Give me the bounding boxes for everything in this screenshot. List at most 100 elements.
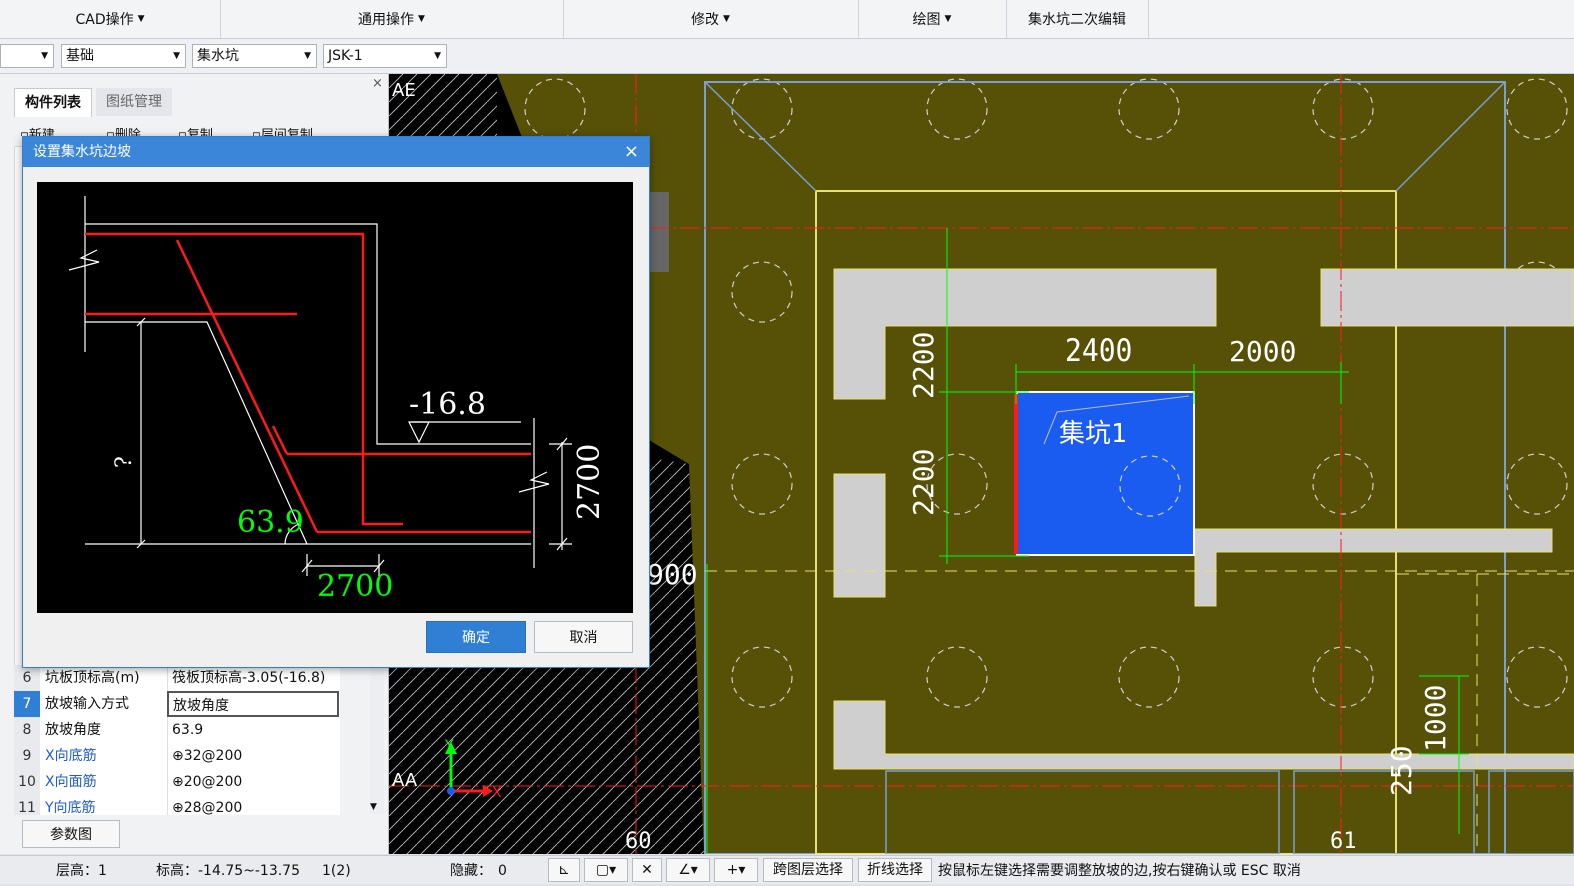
type-value: 集水坑 (197, 48, 239, 64)
name-value: JSK-1 (328, 48, 363, 64)
ortho-toggle-button[interactable]: ⊾ (548, 858, 580, 882)
snap-icon: ▢▾ (595, 862, 617, 878)
count-status: 1(2) (322, 863, 351, 879)
width-label: 2700 (317, 569, 393, 604)
depth-label: 2700 (572, 444, 607, 520)
modify-label: 修改 (691, 12, 720, 28)
property-row-number: 10 (14, 769, 40, 795)
floor-height-status: 层高：1 (56, 863, 107, 879)
draw-menu[interactable]: 绘图 ▼ (858, 0, 1007, 38)
polyline-label: 折线选择 (867, 862, 923, 878)
property-row[interactable]: 11 Y向底筋 ⊕28@200 (14, 795, 340, 815)
selector-bar: ▼ 基础 ▼ 集水坑 ▼ JSK-1 ▼ (0, 39, 1574, 74)
dynamic-input-icon: +▾ (726, 862, 746, 878)
property-value[interactable]: 放坡角度 (167, 691, 339, 717)
property-value[interactable]: 63.9 (167, 717, 339, 743)
copy-icon: ▫ (178, 128, 187, 136)
delete-button[interactable]: ▫删除 (106, 124, 141, 136)
chevron-down-icon: ▼ (173, 51, 180, 61)
status-hint: 按鼠标左键选择需要调整放坡的边,按右键确认或 ESC 取消 (938, 863, 1301, 879)
slope-diagram-svg: -16.8 2700 2700 63.9 ? (68, 196, 607, 604)
property-name: 坑板顶标高(m) (45, 670, 140, 686)
property-row-number: 8 (14, 717, 40, 743)
sump-edit-label: 集水坑二次编辑 (1028, 12, 1126, 28)
sump-edit-menu[interactable]: 集水坑二次编辑 (1006, 0, 1149, 38)
cross-icon: ✕ (641, 862, 653, 878)
property-row-number: 9 (14, 743, 40, 769)
axis-label-aa: AA (392, 770, 418, 791)
tab-components[interactable]: 构件列表 (14, 88, 92, 117)
angle-toggle-button[interactable]: ∠▾ (666, 858, 710, 882)
dynamic-input-button[interactable]: +▾ (714, 858, 758, 882)
chevron-down-icon: ▼ (944, 14, 952, 24)
property-name: Y向底筋 (45, 800, 96, 815)
elevation-label: -16.8 (409, 387, 486, 422)
property-row[interactable]: 7 放坡输入方式 放坡角度 (14, 691, 340, 718)
cancel-button[interactable]: 取消 (534, 621, 633, 653)
elevation-status: 标高：-14.75~-13.75 (156, 863, 300, 879)
cross-layer-select-button[interactable]: 跨图层选择 (763, 858, 853, 882)
cad-ops-label: CAD操作 (75, 12, 134, 28)
cancel-button-label: 取消 (569, 630, 598, 646)
dim-2200-b: 2200 (907, 449, 940, 516)
ok-button[interactable]: 确定 (426, 621, 526, 653)
svg-text:X: X (492, 785, 502, 801)
new-icon: ▫ (20, 128, 29, 136)
dim-2000: 2000 (1229, 335, 1296, 368)
name-select[interactable]: JSK-1 ▼ (323, 44, 447, 68)
cad-ops-menu[interactable]: CAD操作 ▼ (0, 0, 221, 38)
dim-900: 900 (647, 558, 698, 591)
new-button[interactable]: ▫新建 (20, 124, 55, 136)
property-value[interactable]: ⊕28@200 (167, 795, 339, 815)
property-value[interactable]: ⊕32@200 (167, 743, 339, 769)
property-row[interactable]: 6 坑板顶标高(m) 筏板顶标高-3.05(-16.8) (14, 665, 340, 692)
hidden-value: 0 (498, 863, 507, 879)
tab-drawings[interactable]: 图纸管理 (96, 88, 172, 116)
params-button[interactable]: 参数图 (22, 820, 120, 848)
pit-label: 集坑1 (1059, 419, 1127, 449)
ok-button-label: 确定 (462, 630, 490, 646)
layer-copy-label: 层间复制 (260, 128, 313, 136)
property-value[interactable]: ⊕20@200 (167, 769, 339, 795)
common-ops-label: 通用操作 (358, 12, 415, 28)
copy-button[interactable]: ▫复制 (178, 124, 213, 136)
slope-dialog: 设置集水坑边坡 × -16.8 2700 2700 63.9 ? 确定 取消 (22, 136, 650, 668)
category-select[interactable]: 基础 ▼ (61, 44, 186, 68)
draw-label: 绘图 (912, 12, 941, 28)
type-select[interactable]: 集水坑 ▼ (192, 44, 317, 68)
svg-text:Y: Y (444, 738, 454, 754)
chevron-down-icon: ▼ (137, 14, 145, 24)
modify-menu[interactable]: 修改 ▼ (563, 0, 859, 38)
new-label: 新建 (28, 128, 55, 136)
snap-toggle-button[interactable]: ▢▾ (584, 858, 628, 882)
chevron-down-icon: ▼ (41, 51, 48, 61)
close-icon[interactable]: × (624, 137, 639, 167)
sump-pit[interactable] (1016, 391, 1195, 556)
floor-select[interactable]: ▼ (0, 44, 54, 68)
angle-icon: ∠▾ (678, 862, 698, 878)
cross-toggle-button[interactable]: ✕ (632, 858, 662, 882)
property-row[interactable]: 10 X向面筋 ⊕20@200 (14, 769, 340, 796)
tab-components-label: 构件列表 (25, 95, 81, 111)
property-scrollbar[interactable]: ▼ (370, 664, 384, 814)
chevron-down-icon: ▼ (304, 51, 311, 61)
component-toolbar: ▫新建 ▫删除 ▫复制 ▫层间复制 (14, 118, 384, 136)
dialog-titlebar: 设置集水坑边坡 × (23, 137, 649, 167)
copy-label: 复制 (186, 128, 213, 136)
scroll-down-icon[interactable]: ▼ (370, 802, 377, 812)
property-value[interactable]: 筏板顶标高-3.05(-16.8) (167, 665, 339, 691)
layer-copy-button[interactable]: ▫层间复制 (252, 124, 313, 136)
panel-close-icon[interactable]: × (372, 76, 383, 91)
property-name: X向底筋 (45, 748, 97, 764)
property-row[interactable]: 9 X向底筋 ⊕32@200 (14, 743, 340, 770)
property-name: X向面筋 (45, 774, 97, 790)
chevron-down-icon: ▼ (723, 14, 730, 24)
polyline-select-button[interactable]: 折线选择 (858, 858, 932, 882)
layer-copy-icon: ▫ (252, 128, 261, 136)
hidden-label: 隐藏： (450, 863, 492, 879)
delete-label: 删除 (114, 128, 141, 136)
property-row[interactable]: 8 放坡角度 63.9 (14, 717, 340, 744)
property-name: 放坡角度 (45, 722, 101, 738)
category-value: 基础 (66, 48, 94, 64)
common-ops-menu[interactable]: 通用操作 ▼ (220, 0, 564, 38)
